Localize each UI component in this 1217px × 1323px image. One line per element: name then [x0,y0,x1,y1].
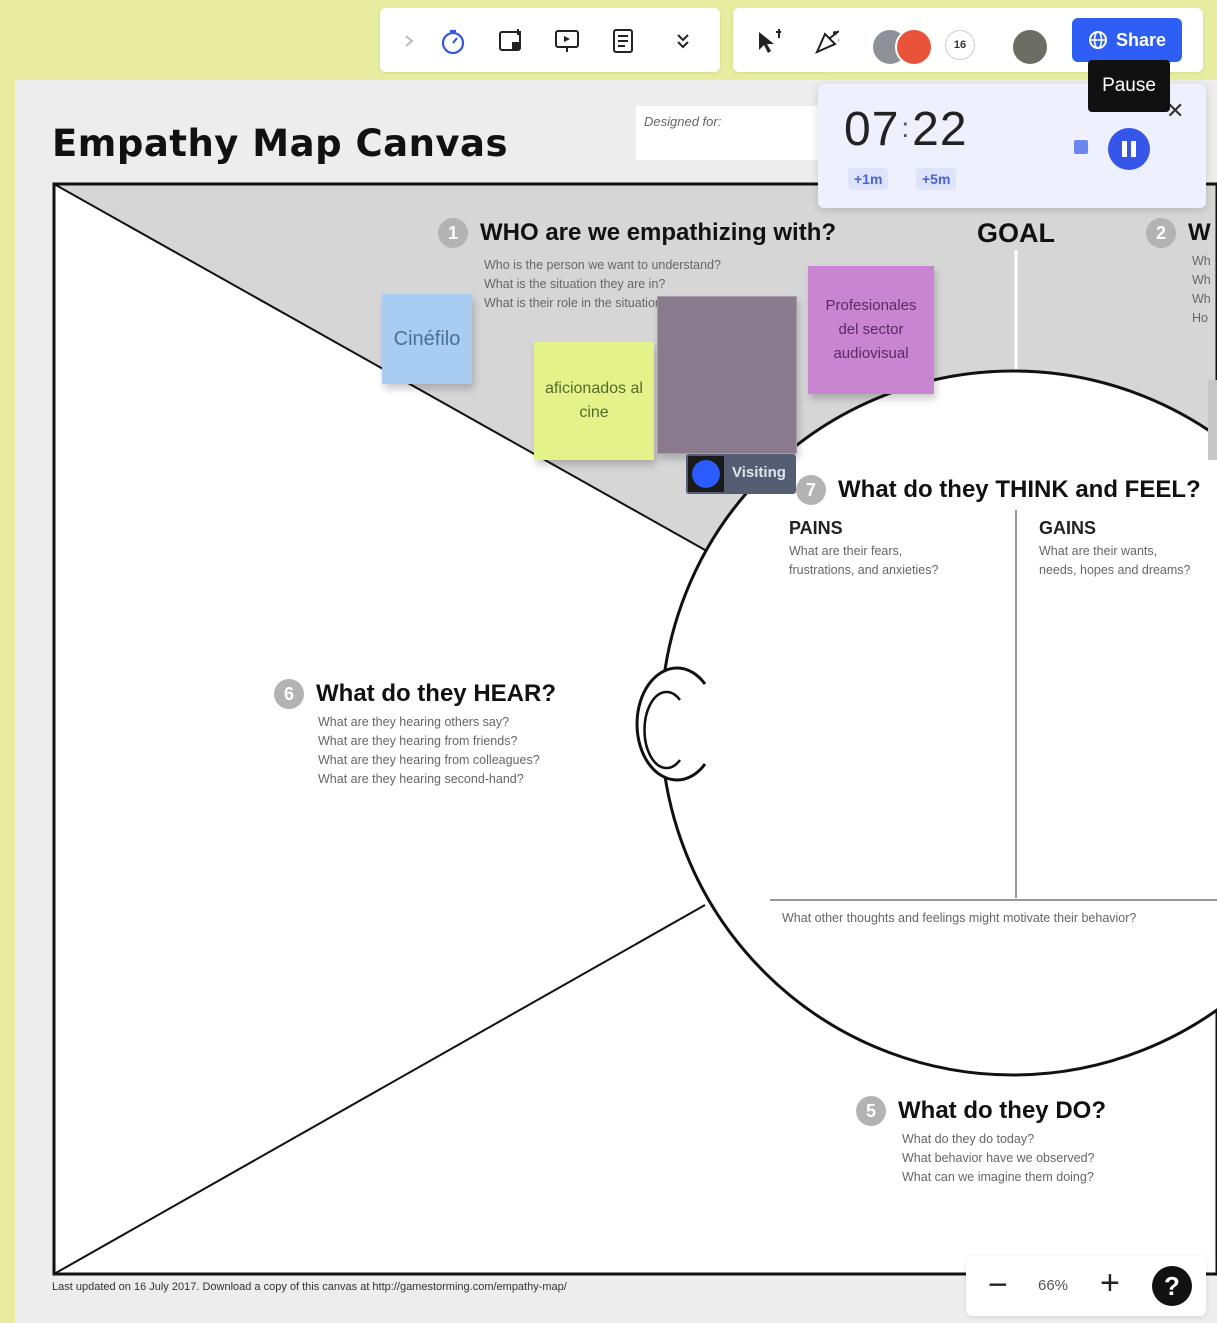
question-line: needs, hopes and dreams? [1039,563,1191,577]
section-title: What do they HEAR? [316,680,556,707]
section-title: What do they THINK and FEEL? [838,476,1201,503]
scroll-handle[interactable] [1208,380,1217,460]
zoom-in-button[interactable]: + [1100,1264,1120,1303]
add-5m-button[interactable]: +5m [916,168,957,190]
help-button[interactable]: ? [1152,1266,1192,1306]
section-number: 6 [274,679,304,709]
timer-icon[interactable] [440,28,466,54]
visiting-cursor-badge: Visiting [686,454,796,494]
question-line: What are they hearing from colleagues? [318,753,540,767]
add-1m-button[interactable]: +1m [848,168,889,190]
user-avatar[interactable] [1011,28,1049,66]
question-line: What is the situation they are in? [484,277,666,291]
section-what: 2 W Wh Wh Wh Ho [1146,218,1211,328]
chevron-right-icon[interactable] [396,28,422,54]
zoom-controls: − 66% + ? [966,1256,1206,1316]
question-line: Wh [1192,254,1211,268]
zoom-level[interactable]: 66% [1038,1277,1068,1294]
question-line: frustrations, and anxieties? [789,563,939,577]
question-line: Ho [1192,311,1208,325]
pains-title: PAINS [789,518,843,538]
section-number: 1 [438,218,468,248]
stop-button[interactable] [1074,140,1088,154]
timer-display: 07:22 [844,103,968,156]
question-line: Who is the person we want to understand? [484,258,721,272]
chevron-double-down-icon[interactable] [670,28,696,54]
share-button[interactable]: Share [1072,18,1182,62]
timer-seconds: 22 [912,103,968,156]
question-line: What are their wants, [1039,544,1158,558]
section-title: W [1188,219,1211,246]
toolbar-left [380,8,720,72]
section-number: 2 [1146,218,1176,248]
pause-button[interactable] [1108,128,1150,170]
visiting-label: Visiting [732,464,786,481]
question-line: What behavior have we observed? [902,1151,1095,1165]
section-title: WHO are we empathizing with? [480,219,837,246]
section-hear: 6 What do they HEAR? What are they heari… [274,679,556,789]
sticky-note-profesionales[interactable]: Profesionales del sector audiovisual [808,266,934,394]
celebrate-icon[interactable] [813,28,839,54]
gains-questions: What are their wants, needs, hopes and d… [1039,542,1217,580]
collaborator-avatar[interactable] [895,28,933,66]
globe-icon [1088,31,1107,49]
pains-questions: What are their fears, frustrations, and … [789,542,938,580]
think-feel-footer: What other thoughts and feelings might m… [782,911,1137,925]
pause-tooltip: Pause [1088,60,1170,112]
sticky-note-blank[interactable] [657,296,797,454]
section-number: 5 [856,1096,886,1126]
section-think-feel: 7 What do they THINK and FEEL? [796,475,1201,505]
question-line: Wh [1192,273,1211,287]
notes-icon[interactable] [610,28,636,54]
goal-label: GOAL [977,218,1055,248]
visitor-avatar [688,456,724,492]
share-label: Share [1115,29,1167,50]
zoom-out-button[interactable]: − [988,1266,1008,1305]
presentation-icon[interactable] [554,28,580,54]
section-number: 7 [796,475,826,505]
sticky-note-icon[interactable] [498,28,524,54]
question-line: What are they hearing second-hand? [318,772,524,786]
ear-outer [635,666,707,782]
question-line: What do they do today? [902,1132,1035,1146]
question-line: What are their fears, [789,544,903,558]
question-line: What can we imagine them doing? [902,1170,1094,1184]
question-line: What are they hearing others say? [318,715,510,729]
sticky-note-aficionados[interactable]: aficionados al cine [534,342,654,460]
canvas-footer: Last updated on 16 July 2017. Download a… [52,1281,567,1293]
cursor-tool-icon[interactable] [755,28,781,54]
question-line: Wh [1192,292,1211,306]
collaborator-count-badge[interactable]: 16 [945,30,975,60]
section-title: What do they DO? [898,1097,1106,1124]
sticky-note-cinefilo[interactable]: Cinéfilo [382,294,472,384]
section-do: 5 What do they DO? What do they do today… [856,1096,1106,1187]
gains-title: GAINS [1039,518,1097,538]
question-line: What are they hearing from friends? [318,734,518,748]
timer-minutes: 07 [844,103,900,156]
